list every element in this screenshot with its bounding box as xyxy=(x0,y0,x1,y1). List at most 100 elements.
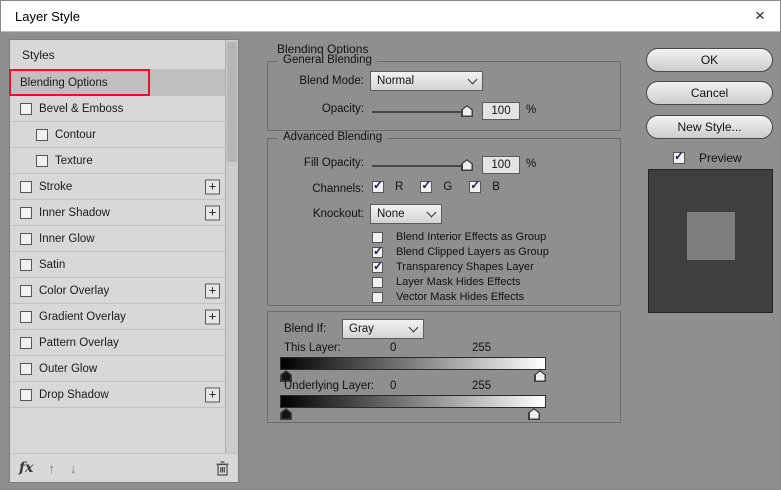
sidebar-item-pattern-overlay[interactable]: Pattern Overlay xyxy=(10,330,226,356)
add-stroke-icon[interactable]: + xyxy=(205,179,220,194)
new-style-button[interactable]: New Style... xyxy=(646,115,773,139)
blend-clipped-checkbox[interactable] xyxy=(372,247,383,258)
sidebar-item-texture[interactable]: Texture xyxy=(10,148,226,174)
drop-shadow-checkbox[interactable] xyxy=(20,389,32,401)
fill-opacity-input[interactable]: 100 xyxy=(482,156,520,174)
sidebar-item-bevel-emboss[interactable]: Bevel & Emboss xyxy=(10,96,226,122)
channel-r[interactable]: R xyxy=(372,181,403,193)
preview-option[interactable]: Preview xyxy=(673,151,742,165)
sidebar-item-label: Gradient Overlay xyxy=(39,311,126,323)
preview-layer-thumbnail xyxy=(687,212,735,260)
this-layer-white-handle[interactable] xyxy=(534,370,546,382)
title-bar: Layer Style × xyxy=(1,1,780,32)
add-inner-shadow-icon[interactable]: + xyxy=(205,205,220,220)
preview-checkbox[interactable] xyxy=(673,152,685,164)
blend-interior-checkbox[interactable] xyxy=(372,232,383,243)
gradient-overlay-checkbox[interactable] xyxy=(20,311,32,323)
blend-mode-value: Normal xyxy=(377,75,414,87)
option-vector-mask-hides[interactable]: Vector Mask Hides Effects xyxy=(372,291,524,303)
channel-g-checkbox[interactable] xyxy=(420,181,432,193)
blend-if-value: Gray xyxy=(349,323,374,335)
underlying-layer-white-handle[interactable] xyxy=(528,408,540,420)
fill-opacity-slider-handle[interactable] xyxy=(461,159,473,171)
stroke-checkbox[interactable] xyxy=(20,181,32,193)
close-icon[interactable]: × xyxy=(748,4,772,28)
ok-button[interactable]: OK xyxy=(646,48,773,72)
sidebar-item-label: Contour xyxy=(55,129,96,141)
contour-checkbox[interactable] xyxy=(36,129,48,141)
blend-if-label: Blend If: xyxy=(284,323,326,335)
blend-mode-dropdown[interactable]: Normal xyxy=(370,71,483,91)
vector-mask-hides-checkbox[interactable] xyxy=(372,292,383,303)
this-layer-gradient-bar[interactable] xyxy=(280,357,546,370)
inner-glow-checkbox[interactable] xyxy=(20,233,32,245)
sidebar-item-satin[interactable]: Satin xyxy=(10,252,226,278)
sidebar-item-outer-glow[interactable]: Outer Glow xyxy=(10,356,226,382)
this-layer-min: 0 xyxy=(390,342,396,354)
fx-icon[interactable]: fx xyxy=(19,460,33,476)
color-overlay-checkbox[interactable] xyxy=(20,285,32,297)
knockout-label: Knockout: xyxy=(268,208,364,220)
blend-if-group: Blend If: Gray This Layer: 0 255 Underly… xyxy=(267,311,621,423)
option-blend-clipped[interactable]: Blend Clipped Layers as Group xyxy=(372,246,549,258)
styles-sidebar: Styles Blending Options Bevel & Emboss C… xyxy=(9,39,239,483)
opacity-unit: % xyxy=(526,104,536,116)
channel-b[interactable]: B xyxy=(469,181,500,193)
layer-mask-hides-checkbox[interactable] xyxy=(372,277,383,288)
sidebar-item-gradient-overlay[interactable]: Gradient Overlay + xyxy=(10,304,226,330)
option-label: Vector Mask Hides Effects xyxy=(396,291,524,303)
move-up-icon[interactable]: ↑ xyxy=(48,461,55,476)
chevron-down-icon xyxy=(427,208,437,218)
opacity-label: Opacity: xyxy=(268,103,364,115)
transparency-shapes-checkbox[interactable] xyxy=(372,262,383,273)
general-blending-group: General Blending Blend Mode: Normal Opac… xyxy=(267,61,621,131)
sidebar-item-label: Bevel & Emboss xyxy=(39,103,123,115)
window-title: Layer Style xyxy=(15,9,80,24)
texture-checkbox[interactable] xyxy=(36,155,48,167)
sidebar-scrollbar[interactable] xyxy=(225,40,238,453)
sidebar-item-drop-shadow[interactable]: Drop Shadow + xyxy=(10,382,226,408)
sidebar-item-label: Inner Glow xyxy=(39,233,95,245)
satin-checkbox[interactable] xyxy=(20,259,32,271)
underlying-layer-gradient-bar[interactable] xyxy=(280,395,546,408)
add-drop-shadow-icon[interactable]: + xyxy=(205,387,220,402)
channels-row: R G B xyxy=(372,181,500,193)
inner-shadow-checkbox[interactable] xyxy=(20,207,32,219)
advanced-blending-legend: Advanced Blending xyxy=(278,131,387,143)
sidebar-item-stroke[interactable]: Stroke + xyxy=(10,174,226,200)
option-blend-interior[interactable]: Blend Interior Effects as Group xyxy=(372,231,546,243)
bevel-emboss-checkbox[interactable] xyxy=(20,103,32,115)
sidebar-item-contour[interactable]: Contour xyxy=(10,122,226,148)
fill-opacity-slider-track[interactable] xyxy=(372,165,472,167)
sidebar-header-styles[interactable]: Styles xyxy=(10,40,226,70)
knockout-dropdown[interactable]: None xyxy=(370,204,442,224)
sidebar-item-label: Color Overlay xyxy=(39,285,109,297)
channels-label: Channels: xyxy=(268,183,364,195)
move-down-icon[interactable]: ↓ xyxy=(70,461,77,476)
advanced-blending-group: Advanced Blending Fill Opacity: 100 % Ch… xyxy=(267,138,621,306)
opacity-slider-track[interactable] xyxy=(372,111,472,113)
option-layer-mask-hides[interactable]: Layer Mask Hides Effects xyxy=(372,276,521,288)
sidebar-item-blending-options[interactable]: Blending Options xyxy=(10,70,226,96)
channel-r-checkbox[interactable] xyxy=(372,181,384,193)
underlying-layer-black-handle[interactable] xyxy=(280,408,292,420)
option-transparency-shapes[interactable]: Transparency Shapes Layer xyxy=(372,261,534,273)
add-color-overlay-icon[interactable]: + xyxy=(205,283,220,298)
sidebar-item-label: Pattern Overlay xyxy=(39,337,119,349)
cancel-button[interactable]: Cancel xyxy=(646,81,773,105)
sidebar-item-color-overlay[interactable]: Color Overlay + xyxy=(10,278,226,304)
scrollbar-thumb[interactable] xyxy=(227,42,237,162)
delete-effect-icon[interactable] xyxy=(216,461,229,476)
pattern-overlay-checkbox[interactable] xyxy=(20,337,32,349)
opacity-slider-handle[interactable] xyxy=(461,105,473,117)
blend-if-dropdown[interactable]: Gray xyxy=(342,319,424,339)
channel-b-checkbox[interactable] xyxy=(469,181,481,193)
add-gradient-overlay-icon[interactable]: + xyxy=(205,309,220,324)
channel-g[interactable]: G xyxy=(420,181,452,193)
knockout-value: None xyxy=(377,208,405,220)
this-layer-max: 255 xyxy=(472,342,491,354)
opacity-input[interactable]: 100 xyxy=(482,102,520,120)
sidebar-item-inner-glow[interactable]: Inner Glow xyxy=(10,226,226,252)
sidebar-item-inner-shadow[interactable]: Inner Shadow + xyxy=(10,200,226,226)
outer-glow-checkbox[interactable] xyxy=(20,363,32,375)
